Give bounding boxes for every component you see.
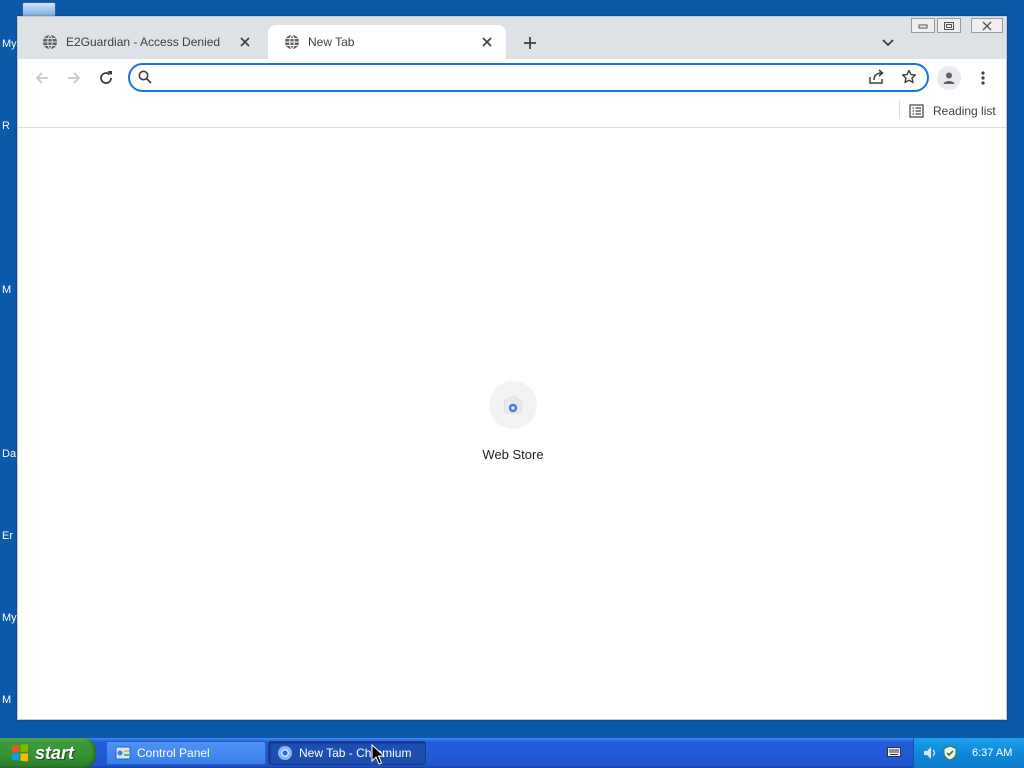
search-icon [138,70,152,84]
shortcut-label: Web Store [482,447,544,462]
shortcut-icon-circle [489,381,537,429]
close-icon [982,21,992,30]
desktop-icon-label[interactable]: R [2,120,18,132]
shortcut-web-store[interactable]: Web Store [472,381,554,462]
system-tray: 6:37 AM [913,738,1024,768]
bookmark-star-icon[interactable] [901,69,917,85]
desktop-icon-label[interactable]: Da [2,448,18,460]
minimize-button[interactable] [911,18,935,33]
control-panel-icon [115,746,131,760]
reload-icon [100,71,112,84]
desktop-icon-label[interactable]: Er [2,530,18,542]
forward-button[interactable] [62,66,86,90]
arrow-left-icon [35,72,48,84]
reading-list-icon [909,104,924,118]
taskbar-item-chromium[interactable]: New Tab - Chromium [268,741,426,765]
close-window-button[interactable] [971,18,1003,33]
taskbar-item-label: New Tab - Chromium [299,746,412,760]
chromium-icon [278,746,292,760]
bookmarks-bar: Reading list [18,97,1006,128]
start-button[interactable]: start [0,738,96,768]
security-shield-icon[interactable] [942,745,958,761]
volume-icon[interactable] [922,745,938,761]
profile-button[interactable] [937,66,961,90]
tab-title: E2Guardian - Access Denied [66,35,221,49]
mouse-cursor [371,744,385,765]
browser-toolbar [18,59,1006,97]
close-tab-icon[interactable] [478,33,496,51]
share-icon[interactable] [868,69,886,85]
desktop-icon-label[interactable]: My [2,612,18,624]
desktop-icon-label[interactable]: M [2,694,18,706]
person-icon [943,72,955,84]
start-label: start [35,742,75,763]
minimize-icon [918,24,928,28]
taskbar-item-control-panel[interactable]: Control Panel [106,741,266,765]
tab-strip: E2Guardian - Access Denied New Tab [18,17,1006,59]
separator [899,101,900,119]
desktop-icon-label[interactable]: My [2,38,18,50]
reading-list-button[interactable]: Reading list [909,100,996,122]
tab-e2guardian[interactable]: E2Guardian - Access Denied [26,25,264,59]
taskbar-item-label: Control Panel [137,746,210,760]
reading-list-label: Reading list [933,104,996,118]
address-input[interactable] [162,69,852,87]
browser-menu-button[interactable] [973,66,993,90]
chevron-down-icon [882,39,894,47]
new-tab-page: Web Store [18,129,1006,719]
close-tab-icon[interactable] [236,33,254,51]
tab-new-tab[interactable]: New Tab [268,25,506,59]
tab-title: New Tab [308,35,355,49]
new-tab-button[interactable] [518,31,542,55]
globe-icon [43,34,57,50]
browser-window: E2Guardian - Access Denied New Tab Readi… [17,16,1007,720]
reload-button[interactable] [94,66,118,90]
restore-icon [944,21,954,30]
keyboard-icon[interactable] [887,746,901,758]
taskbar: start Control Panel New Tab - Chromium 6… [0,738,1024,768]
address-bar[interactable] [128,63,929,92]
arrow-right-icon [68,72,81,84]
tab-search-button[interactable] [876,31,900,55]
web-store-icon [503,396,523,414]
clock[interactable]: 6:37 AM [972,747,1012,759]
windows-logo-icon [12,744,28,762]
more-vert-icon [981,71,985,85]
globe-icon [285,34,299,50]
back-button[interactable] [30,66,54,90]
desktop-icon-label[interactable]: M [2,284,18,296]
plus-icon [524,37,536,49]
maximize-button[interactable] [937,18,961,33]
